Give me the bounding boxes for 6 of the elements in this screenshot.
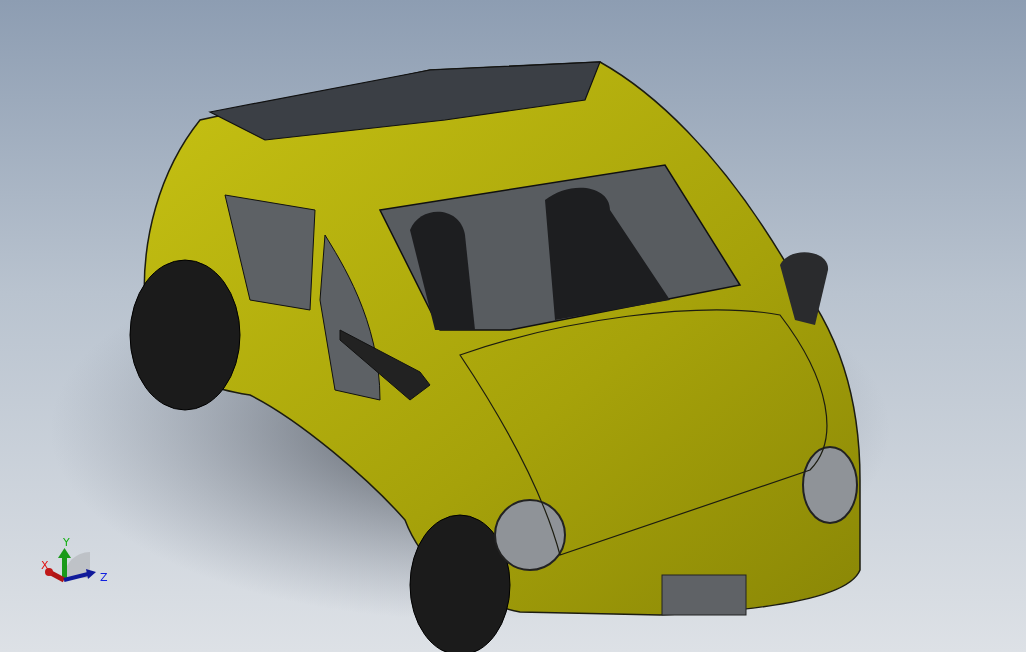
z-axis-arrow [63,569,96,582]
axis-label: Y [63,536,70,549]
axis-label: Z [100,571,108,584]
axis-label: X [41,559,49,572]
x-axis-arrow [45,568,66,583]
y-axis-arrow [58,548,71,578]
